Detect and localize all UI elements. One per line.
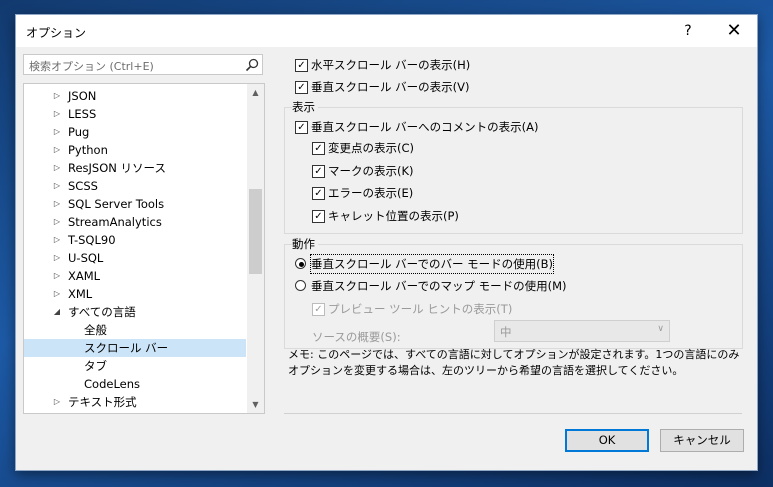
tree-item[interactable]: ▷ LESS xyxy=(24,105,246,123)
expand-arrow-icon[interactable]: ▷ xyxy=(52,195,62,213)
divider xyxy=(284,413,742,414)
tree-item-label: SCSS xyxy=(68,179,98,193)
source-overview-select[interactable]: 中 ∨ xyxy=(494,320,670,342)
annotations-checkbox[interactable]: ✓ xyxy=(295,121,308,134)
options-tree[interactable]: ▷ デバッグ ▷ テキスト形式 CodeLens タブ スクロール バー全般 ◢ すべての言語 ▷… xyxy=(23,83,265,414)
tree-item[interactable]: ▷ JSON xyxy=(24,87,246,105)
tree-item-label: テキスト形式 xyxy=(68,395,137,409)
search-placeholder: 検索オプション (Ctrl+E) xyxy=(29,60,154,73)
options-dialog: オプション ? ✕ 検索オプション (Ctrl+E) ▷ デバッグ ▷ テキスト形式 C… xyxy=(15,14,758,471)
tree-item[interactable]: 全般 xyxy=(24,321,246,339)
tree-item-label: XAML xyxy=(68,269,101,283)
expand-arrow-icon[interactable]: ▷ xyxy=(52,105,62,123)
expand-arrow-icon[interactable]: ▷ xyxy=(52,231,62,249)
tree-item[interactable]: ◢ すべての言語 xyxy=(24,303,246,321)
tree-item-label: XML xyxy=(68,287,93,301)
changes-checkbox[interactable]: ✓ xyxy=(312,142,325,155)
help-button[interactable]: ? xyxy=(665,15,711,47)
radio-dot xyxy=(298,261,304,267)
tree-item[interactable]: ▷ SCSS xyxy=(24,177,246,195)
tree-item-label: StreamAnalytics xyxy=(68,215,162,229)
search-icon[interactable] xyxy=(244,57,260,73)
expand-arrow-icon[interactable]: ▷ xyxy=(52,267,62,285)
caret-checkbox[interactable]: ✓ xyxy=(312,210,325,223)
changes-label: 変更点の表示(C) xyxy=(328,141,415,155)
tree-item[interactable]: ▷ XML xyxy=(24,285,246,303)
horizontal-scrollbar-checkbox[interactable]: ✓ xyxy=(295,59,308,72)
expand-arrow-icon[interactable]: ▷ xyxy=(52,411,62,413)
expand-arrow-icon[interactable]: ▷ xyxy=(52,249,62,267)
tree-item[interactable]: CodeLens xyxy=(24,375,246,393)
scroll-thumb[interactable] xyxy=(249,189,262,274)
expand-arrow-icon[interactable]: ▷ xyxy=(52,87,62,105)
tree-item[interactable]: スクロール バー xyxy=(24,339,246,357)
errors-checkbox[interactable]: ✓ xyxy=(312,187,325,200)
tree-item-label: JSON xyxy=(68,89,97,103)
expand-arrow-icon[interactable]: ▷ xyxy=(52,159,62,177)
tree-scrollbar[interactable]: ▲ ▼ xyxy=(247,84,264,413)
tree-item[interactable]: ▷ StreamAnalytics xyxy=(24,213,246,231)
bar-mode-radio[interactable] xyxy=(295,258,306,269)
expand-arrow-icon[interactable]: ▷ xyxy=(52,123,62,141)
tree-item[interactable]: タブ xyxy=(24,357,246,375)
marks-checkbox[interactable]: ✓ xyxy=(312,165,325,178)
preview-tooltip-checkbox[interactable]: ✓ xyxy=(312,303,325,316)
chevron-down-icon: ∨ xyxy=(657,324,664,334)
tree-item-label: LESS xyxy=(68,107,97,121)
search-options-input[interactable]: 検索オプション (Ctrl+E) xyxy=(23,54,263,75)
tree-item[interactable]: ▷ T-SQL90 xyxy=(24,231,246,249)
tree-item-label: CodeLens xyxy=(84,377,141,391)
tree-item-label: ResJSON リソース xyxy=(68,161,166,175)
annotations-label: 垂直スクロール バーへのコメントの表示(A) xyxy=(311,120,539,134)
marks-label: マークの表示(K) xyxy=(328,164,414,178)
tree-item-label: T-SQL90 xyxy=(68,233,116,247)
tree-item-label: スクロール バー xyxy=(84,341,169,355)
source-overview-value: 中 xyxy=(500,325,512,339)
title-bar: オプション ? ✕ xyxy=(16,15,757,47)
scroll-down-icon[interactable]: ▼ xyxy=(247,396,264,413)
tree-item[interactable]: ▷ テキスト形式 xyxy=(24,393,246,411)
vertical-scrollbar-label: 垂直スクロール バーの表示(V) xyxy=(311,80,470,94)
preview-tooltip-label: プレビュー ツール ヒントの表示(T) xyxy=(328,302,513,316)
collapse-arrow-icon[interactable]: ◢ xyxy=(52,303,62,321)
tree-item-label: U-SQL xyxy=(68,251,104,265)
scroll-up-icon[interactable]: ▲ xyxy=(247,84,264,101)
tree-item[interactable]: ▷ XAML xyxy=(24,267,246,285)
tree-item-label: SQL Server Tools xyxy=(68,197,165,211)
tree-item-label: すべての言語 xyxy=(68,305,136,319)
tree-item[interactable]: ▷ デバッグ xyxy=(24,411,246,413)
tree-item[interactable]: ▷ U-SQL xyxy=(24,249,246,267)
map-mode-label: 垂直スクロール バーでのマップ モードの使用(M) xyxy=(311,279,567,293)
expand-arrow-icon[interactable]: ▷ xyxy=(52,393,62,411)
tree-item[interactable]: ▷ Pug xyxy=(24,123,246,141)
display-group-title: 表示 xyxy=(292,99,318,115)
expand-arrow-icon[interactable]: ▷ xyxy=(52,285,62,303)
expand-arrow-icon[interactable]: ▷ xyxy=(52,213,62,231)
behavior-group-title: 動作 xyxy=(292,236,318,252)
tree-item-label: Python xyxy=(68,143,108,157)
tree-item-label: デバッグ xyxy=(68,411,114,413)
tree-item[interactable]: ▷ Python xyxy=(24,141,246,159)
expand-arrow-icon[interactable]: ▷ xyxy=(52,141,62,159)
caret-label: キャレット位置の表示(P) xyxy=(328,209,459,223)
map-mode-radio[interactable] xyxy=(295,280,306,291)
close-button[interactable]: ✕ xyxy=(711,15,757,47)
source-overview-label: ソースの概要(S): xyxy=(312,330,401,344)
tree-item[interactable]: ▷ SQL Server Tools xyxy=(24,195,246,213)
errors-label: エラーの表示(E) xyxy=(328,186,414,200)
dialog-title: オプション xyxy=(26,26,87,40)
horizontal-scrollbar-label: 水平スクロール バーの表示(H) xyxy=(311,58,471,72)
vertical-scrollbar-checkbox[interactable]: ✓ xyxy=(295,81,308,94)
tree-item-label: 全般 xyxy=(84,323,107,337)
tree-item[interactable]: ▷ ResJSON リソース xyxy=(24,159,246,177)
tree-item-label: Pug xyxy=(68,125,90,139)
expand-arrow-icon[interactable]: ▷ xyxy=(52,177,62,195)
bar-mode-label: 垂直スクロール バーでのバー モードの使用(B) xyxy=(310,254,554,274)
cancel-button[interactable]: キャンセル xyxy=(660,429,744,452)
ok-button[interactable]: OK xyxy=(565,429,649,452)
tree-item-label: タブ xyxy=(84,359,107,373)
note-text: メモ: このページでは、すべての言語に対してオプションが設定されます。1つの言語… xyxy=(288,348,740,377)
